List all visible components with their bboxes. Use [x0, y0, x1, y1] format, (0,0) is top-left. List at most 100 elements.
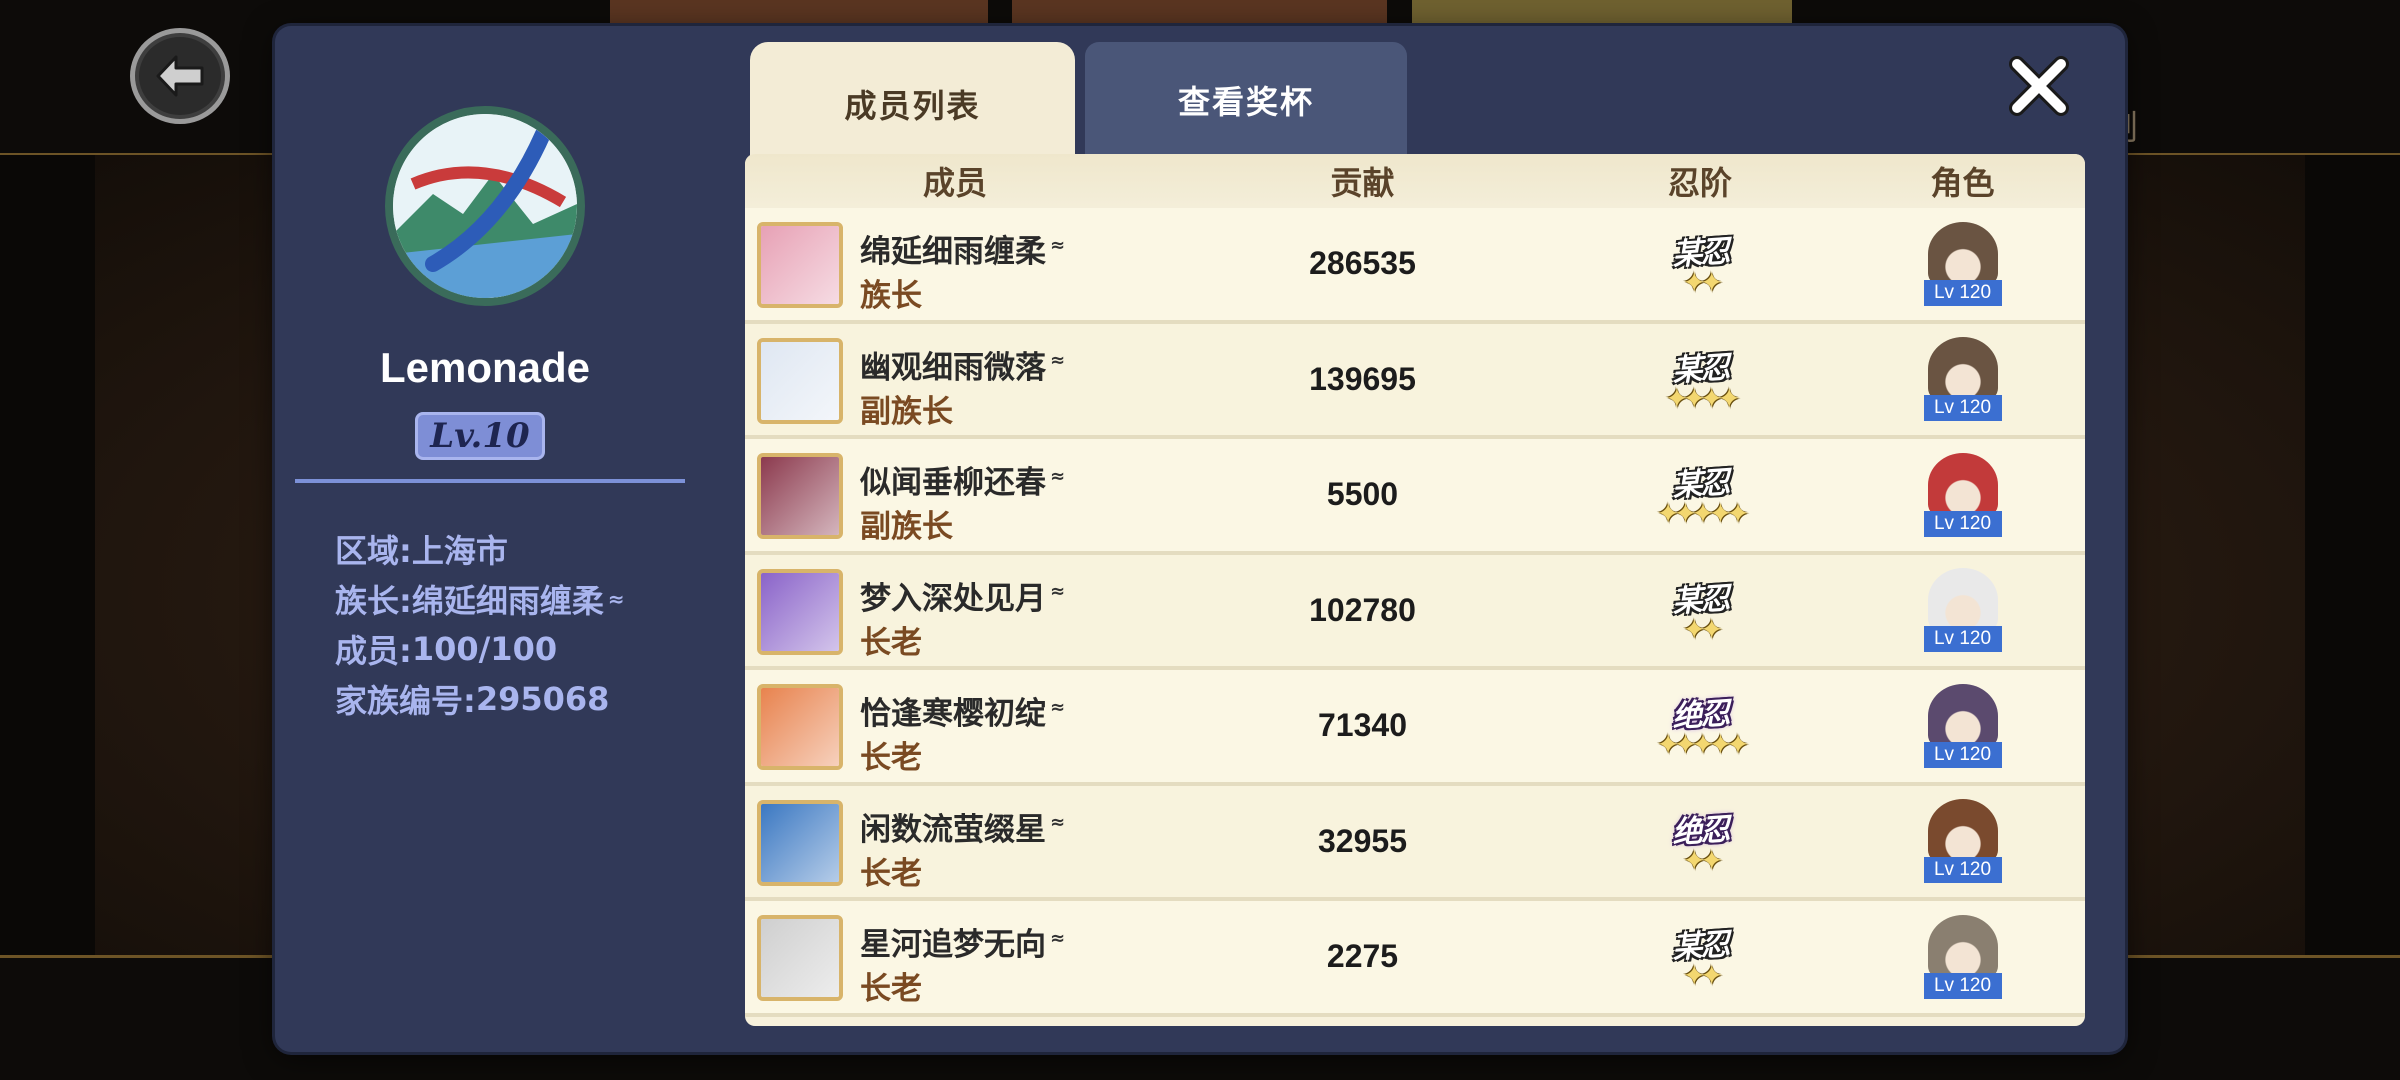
role-level-badge: Lv 120: [1923, 626, 2002, 653]
bg-banner-right: [1412, 0, 1792, 26]
role-portrait-image: [1927, 452, 1998, 517]
member-name-text: 恰逢寒樱初绽: [860, 696, 1046, 732]
info-region: 区域 上海市: [335, 524, 625, 574]
avatar-image: [761, 572, 839, 651]
table-body: 绵延细雨缠柔 ≈ 族长 286535 某忍 ✦✦ Lv 120 幽观细雨微落 ≈ 副…: [745, 208, 2085, 1017]
table-row[interactable]: 恰逢寒樱初绽 ≈ 长老 71340 绝忍 ✦✦✦✦✦ Lv 120: [745, 670, 2085, 786]
header-member: 成员: [922, 164, 987, 202]
info-leader-label: 族长: [335, 576, 412, 622]
header-contribution: 贡献: [1330, 164, 1395, 202]
role-level-badge: Lv 120: [1923, 857, 2002, 884]
tab-member-list[interactable]: 成员列表: [750, 42, 1075, 166]
member-name-text: 星河追梦无向: [860, 927, 1046, 963]
info-leader-value: 绵延细雨缠柔: [411, 582, 604, 620]
role-portrait-image: [1927, 799, 1998, 864]
member-avatar[interactable]: [757, 453, 843, 539]
table-row[interactable]: 绵延细雨缠柔 ≈ 族长 286535 某忍 ✦✦ Lv 120: [745, 208, 2085, 324]
close-button[interactable]: [2001, 48, 2077, 124]
avatar-image: [761, 688, 839, 766]
back-button[interactable]: [130, 28, 230, 124]
table-row[interactable]: 梦入深处见月 ≈ 长老 102780 某忍 ✦✦ Lv 120: [745, 554, 2085, 670]
avatar-image: [761, 226, 839, 304]
member-avatar[interactable]: [757, 222, 843, 308]
table-row[interactable]: 幽观细雨微落 ≈ 副族长 139695 某忍 ✦✦✦✦ Lv 120: [745, 323, 2085, 439]
info-clan-id: 家族编号 295068: [335, 674, 625, 724]
member-name-text: 梦入深处见月: [860, 580, 1046, 617]
bg-side-right: [2305, 155, 2400, 955]
member-contribution: 286535: [1309, 245, 1416, 282]
member-rank: 某忍 ✦✦: [1560, 555, 1840, 667]
rank-label: 绝忍: [1671, 696, 1730, 736]
role-portrait-image: [1927, 337, 1998, 402]
rank-label: 某忍: [1671, 927, 1730, 967]
wave-mark-icon: ≈: [1050, 581, 1066, 603]
member-table: 成员 贡献 忍阶 角色 绵延细雨缠柔 ≈ 族长 286535 某忍 ✦✦ Lv 1…: [745, 154, 2085, 1026]
member-name: 绵延细雨缠柔 ≈: [860, 226, 1065, 271]
wave-mark-icon: ≈: [1050, 812, 1066, 834]
member-role[interactable]: Lv 120: [1840, 439, 2085, 551]
info-region-label: 区域: [335, 526, 412, 572]
close-icon: [2009, 56, 2069, 116]
role-portrait: [1927, 683, 1998, 748]
wave-mark-icon: ≈: [1050, 234, 1066, 256]
member-avatar[interactable]: [757, 684, 843, 770]
member-avatar[interactable]: [757, 568, 843, 655]
member-avatar[interactable]: [757, 799, 843, 886]
member-name-text: 绵延细雨缠柔: [860, 234, 1046, 270]
member-title: 长老: [860, 855, 922, 892]
member-name: 恰逢寒樱初绽 ≈: [860, 688, 1065, 733]
member-contribution: 139695: [1309, 360, 1416, 397]
member-rank: 某忍 ✦✦: [1560, 208, 1840, 320]
mountain-emblem-icon: [393, 114, 577, 298]
header-rank: 忍阶: [1667, 164, 1732, 202]
table-row[interactable]: 似闻垂柳还春 ≈ 副族长 5500 某忍 ✦✦✦✦✦ Lv 120: [745, 439, 2085, 555]
clan-logo: [385, 106, 585, 306]
wave-mark-icon: ≈: [607, 587, 625, 611]
member-role[interactable]: Lv 120: [1840, 555, 2085, 667]
table-header: 成员 贡献 忍阶 角色: [745, 154, 2085, 208]
info-leader: 族长 绵延细雨缠柔 ≈: [335, 574, 625, 624]
member-title: 族长: [860, 278, 922, 314]
rank-label: 某忍: [1671, 580, 1730, 620]
avatar-image: [761, 457, 839, 535]
role-level-badge: Lv 120: [1923, 972, 2002, 999]
avatar-image: [761, 803, 839, 882]
role-level-badge: Lv 120: [1923, 510, 2002, 537]
member-title: 副族长: [860, 393, 953, 430]
member-contribution: 32955: [1318, 822, 1407, 859]
role-portrait-image: [1927, 683, 1998, 748]
role-portrait-image: [1927, 568, 1998, 633]
info-members: 成员 100/100: [335, 624, 625, 674]
member-rank: 绝忍 ✦✦✦✦✦: [1560, 670, 1840, 782]
member-avatar[interactable]: [757, 915, 843, 1001]
member-role[interactable]: Lv 120: [1840, 901, 2085, 1013]
info-clan-id-label: 家族编号: [335, 676, 476, 722]
clan-info-list: 区域 上海市 族长 绵延细雨缠柔 ≈ 成员 100/100 家族编号 29506…: [335, 524, 625, 724]
member-rank: 绝忍 ✦✦: [1560, 786, 1840, 898]
wave-mark-icon: ≈: [1050, 927, 1066, 949]
tab-view-trophies[interactable]: 查看奖杯: [1085, 42, 1407, 158]
member-title: 长老: [860, 624, 922, 661]
wave-mark-icon: ≈: [1050, 696, 1066, 718]
member-name: 星河追梦无向 ≈: [860, 919, 1065, 964]
clan-level-badge: Lv.10: [415, 412, 545, 460]
role-portrait: [1927, 568, 1998, 633]
member-role[interactable]: Lv 120: [1840, 324, 2085, 436]
member-role[interactable]: Lv 120: [1840, 670, 2085, 782]
table-row[interactable]: 闲数流萤缀星 ≈ 长老 32955 绝忍 ✦✦ Lv 120: [745, 785, 2085, 901]
role-portrait: [1927, 799, 1998, 864]
member-role[interactable]: Lv 120: [1840, 786, 2085, 898]
role-portrait-image: [1927, 221, 1998, 286]
member-role[interactable]: Lv 120: [1840, 208, 2085, 320]
member-avatar[interactable]: [757, 337, 843, 424]
member-name: 似闻垂柳还春 ≈: [860, 457, 1065, 502]
member-rank: 某忍 ✦✦✦✦✦: [1560, 439, 1840, 551]
rank-label: 某忍: [1671, 234, 1730, 274]
role-level-badge: Lv 120: [1923, 395, 2002, 422]
table-row[interactable]: 星河追梦无向 ≈ 长老 2275 某忍 ✦✦ Lv 120: [745, 901, 2085, 1017]
rank-label: 某忍: [1671, 349, 1730, 389]
role-level-badge: Lv 120: [1923, 741, 2002, 768]
role-portrait: [1927, 452, 1998, 517]
bg-banner-left: [610, 0, 988, 26]
member-title: 长老: [860, 971, 922, 1007]
